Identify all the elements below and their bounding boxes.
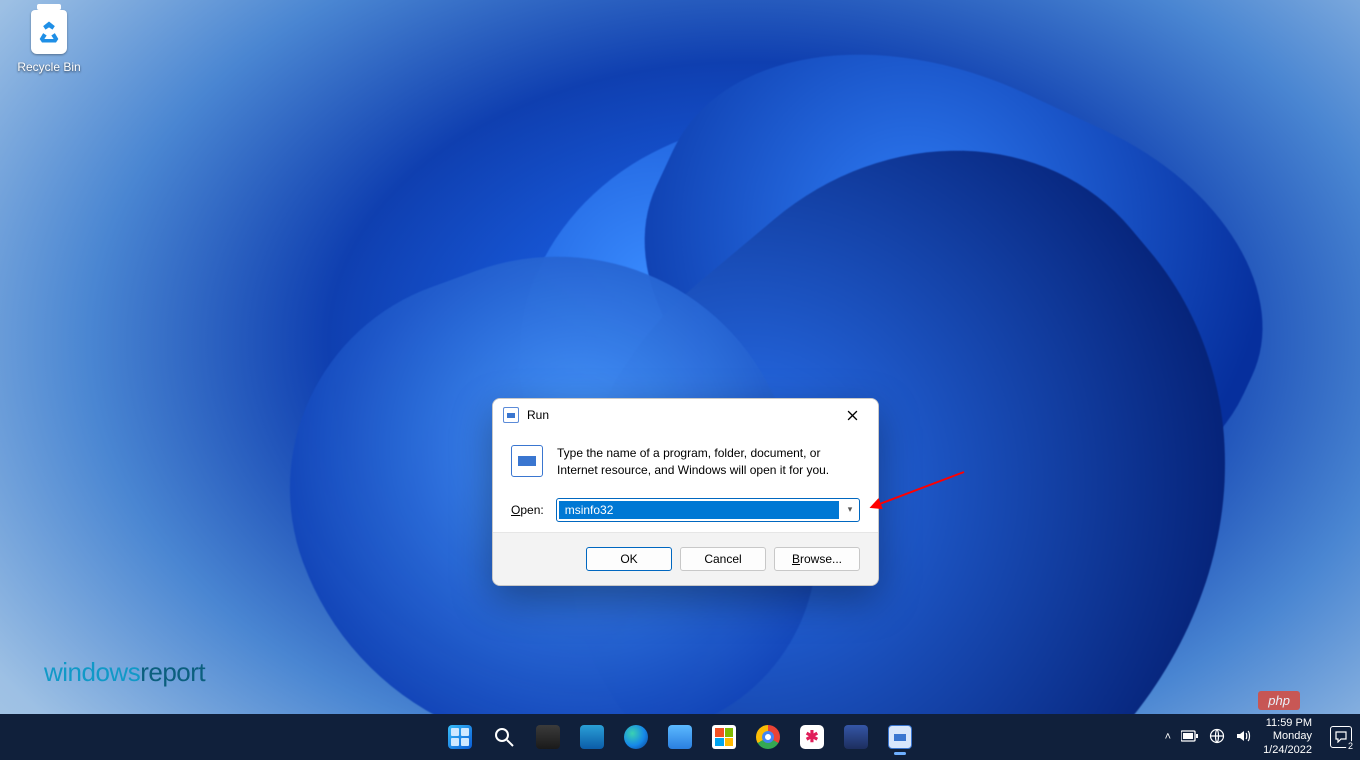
- notification-icon: [1335, 731, 1347, 743]
- task-view-button[interactable]: [528, 717, 568, 757]
- close-icon: [847, 410, 858, 421]
- network-icon[interactable]: [1209, 728, 1225, 747]
- php-watermark: php: [1258, 691, 1300, 710]
- volume-icon[interactable]: [1235, 728, 1251, 747]
- chrome-button[interactable]: [748, 717, 788, 757]
- run-button-row: OK Cancel Browse...: [493, 532, 878, 585]
- notification-count: 2: [1346, 741, 1355, 751]
- run-dialog: Run Type the name of a program, folder, …: [492, 398, 879, 586]
- battery-icon[interactable]: [1181, 730, 1199, 745]
- recycle-icon: [31, 10, 67, 54]
- taskbar: ✱ ˄ 11:59 PM Monday 1/24/2022: [0, 714, 1360, 760]
- open-combobox[interactable]: ▾: [556, 498, 860, 522]
- recycle-bin-label: Recycle Bin: [17, 60, 80, 74]
- search-icon: [492, 725, 516, 749]
- clock-date: 1/24/2022: [1263, 744, 1312, 757]
- edge-button[interactable]: [616, 717, 656, 757]
- widgets-button[interactable]: [572, 717, 612, 757]
- notification-button[interactable]: 2: [1330, 726, 1352, 748]
- search-button[interactable]: [484, 717, 524, 757]
- start-button[interactable]: [440, 717, 480, 757]
- recycle-bin-icon[interactable]: Recycle Bin: [14, 10, 84, 76]
- watermark: windowsreport: [44, 657, 205, 688]
- microsoft-store-button[interactable]: [704, 717, 744, 757]
- desktop[interactable]: Recycle Bin windowsreport php Run Type t…: [0, 0, 1360, 760]
- open-label: Open:: [511, 503, 544, 517]
- clock-day: Monday: [1263, 730, 1312, 743]
- run-titlebar[interactable]: Run: [493, 399, 878, 431]
- chevron-down-icon[interactable]: ▾: [841, 504, 859, 515]
- slack-button[interactable]: ✱: [792, 717, 832, 757]
- ok-button[interactable]: OK: [586, 547, 672, 571]
- close-button[interactable]: [830, 400, 874, 430]
- tray-chevron-icon[interactable]: ˄: [1165, 731, 1171, 743]
- run-taskbar-button[interactable]: [880, 717, 920, 757]
- taskbar-center: ✱: [440, 717, 920, 757]
- run-title: Run: [527, 408, 549, 422]
- run-description: Type the name of a program, folder, docu…: [557, 445, 860, 480]
- clock-time: 11:59 PM: [1263, 717, 1312, 730]
- run-app-icon: [503, 407, 519, 423]
- file-explorer-button[interactable]: [660, 717, 700, 757]
- system-tray: ˄: [1165, 728, 1251, 747]
- run-dialog-icon: [511, 445, 543, 477]
- cancel-button[interactable]: Cancel: [680, 547, 766, 571]
- browse-button[interactable]: Browse...: [774, 547, 860, 571]
- taskbar-right: ˄ 11:59 PM Monday 1/24/2022 2: [1165, 717, 1352, 757]
- taskbar-clock[interactable]: 11:59 PM Monday 1/24/2022: [1263, 717, 1312, 757]
- open-input[interactable]: [559, 501, 839, 519]
- snipping-tool-button[interactable]: [836, 717, 876, 757]
